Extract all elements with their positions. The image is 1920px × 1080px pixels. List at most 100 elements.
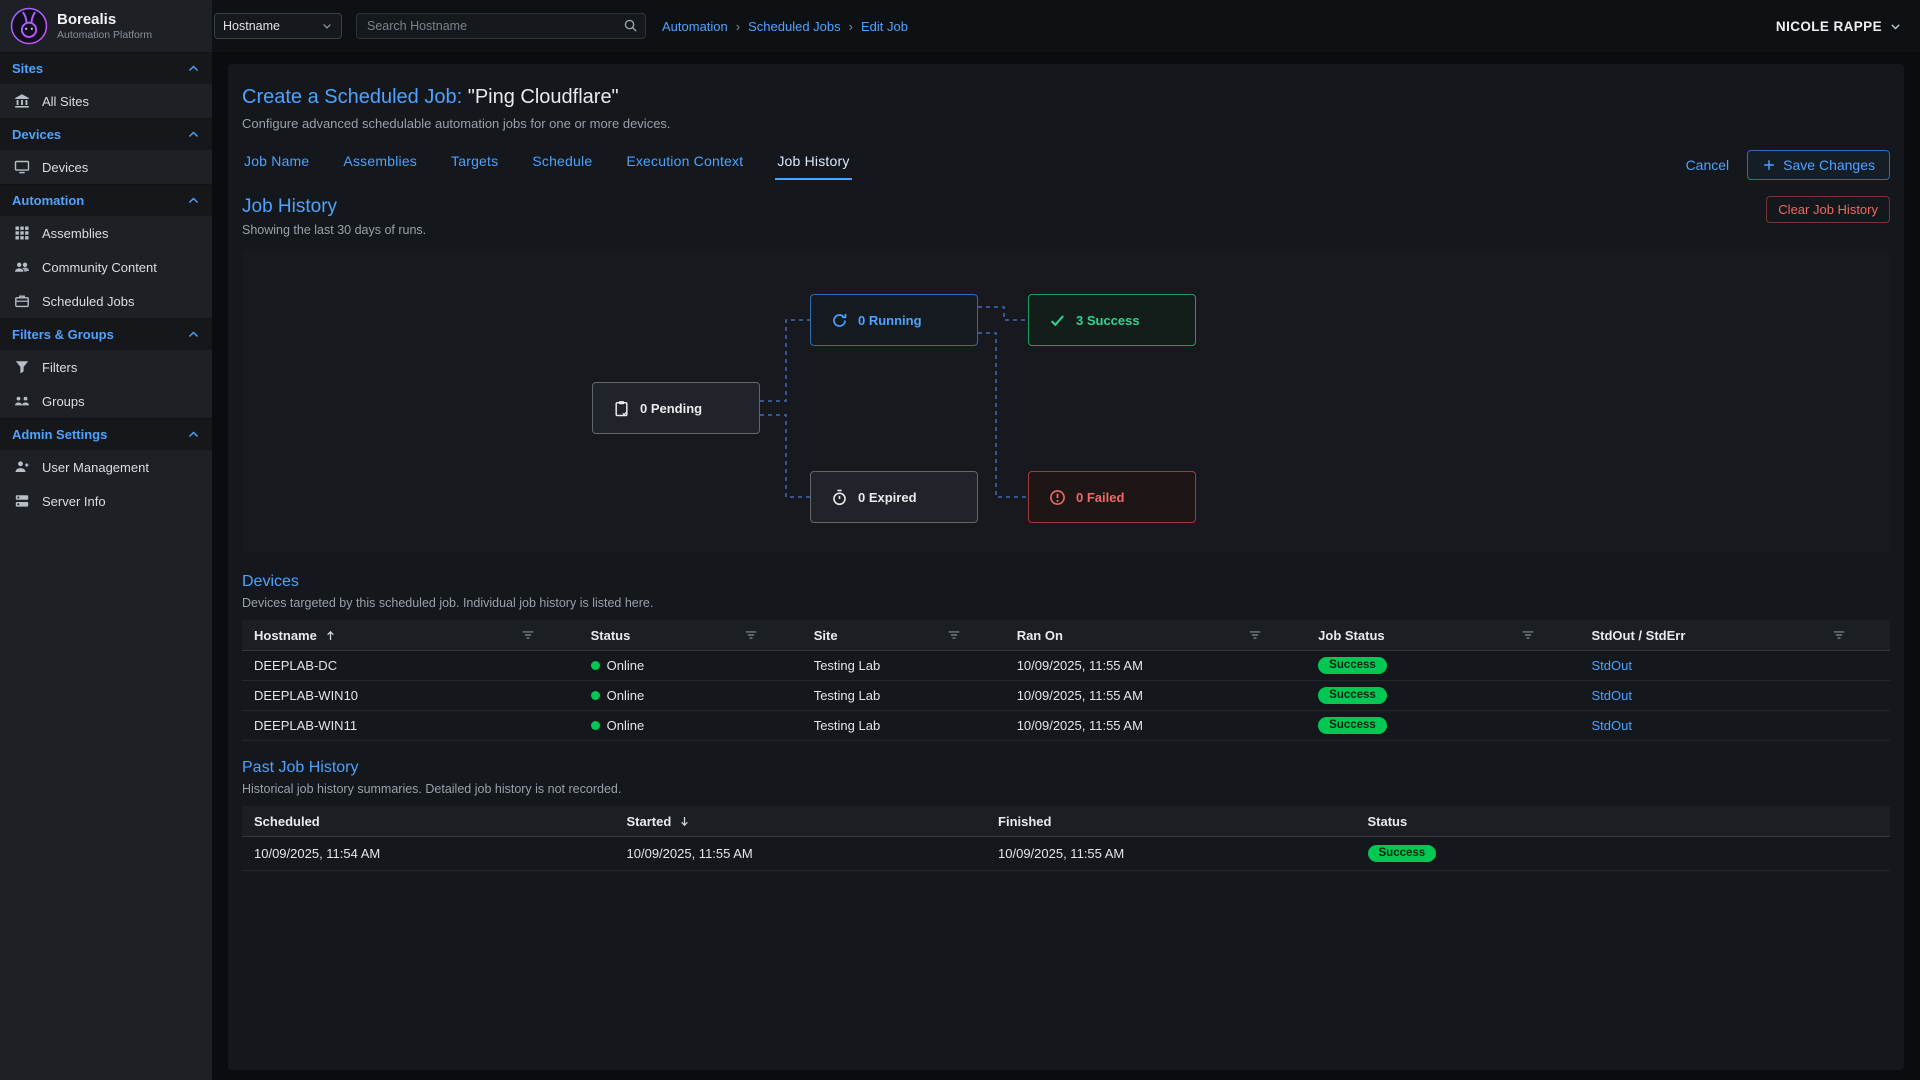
- flow-node-expired-label: 0 Expired: [858, 490, 917, 505]
- column-header-ran-on[interactable]: Ran On: [1005, 628, 1306, 643]
- column-label: StdOut / StdErr: [1591, 628, 1685, 643]
- column-header-status[interactable]: Status: [579, 628, 802, 643]
- column-label: Job Status: [1318, 628, 1384, 643]
- flow-node-pending-label: 0 Pending: [640, 401, 702, 416]
- column-label: Status: [1368, 814, 1408, 829]
- breadcrumb-edit-job[interactable]: Edit Job: [861, 19, 908, 34]
- sidebar-section-devices[interactable]: Devices: [0, 118, 212, 150]
- online-status-dot: [591, 661, 600, 670]
- column-header-hostname[interactable]: Hostname: [242, 628, 579, 643]
- clear-job-history-button[interactable]: Clear Job History: [1766, 196, 1890, 223]
- sidebar-section-label: Filters & Groups: [12, 327, 114, 342]
- column-header-stdout-stderr[interactable]: StdOut / StdErr: [1579, 628, 1890, 643]
- sidebar-section-filters-groups[interactable]: Filters & Groups: [0, 318, 212, 350]
- sidebar-item-filters[interactable]: Filters: [0, 350, 212, 384]
- tab-assemblies[interactable]: Assemblies: [341, 149, 419, 180]
- flow-node-success[interactable]: 3 Success: [1028, 294, 1196, 346]
- started-cell: 10/09/2025, 11:55 AM: [615, 846, 987, 861]
- stdout-link[interactable]: StdOut: [1591, 688, 1631, 703]
- column-filter-icon[interactable]: [947, 628, 961, 642]
- device-row[interactable]: DEEPLAB-WIN10 Online Testing Lab 10/09/2…: [242, 681, 1890, 711]
- brand-name: Borealis: [57, 11, 152, 28]
- app-root: Borealis Automation Platform Hostname Au…: [0, 0, 1920, 1080]
- column-filter-icon[interactable]: [744, 628, 758, 642]
- top-bar: Borealis Automation Platform Hostname Au…: [0, 0, 1920, 52]
- column-header-scheduled[interactable]: Scheduled: [242, 814, 615, 829]
- column-header-started[interactable]: Started: [615, 814, 987, 829]
- flow-node-pending[interactable]: 0 Pending: [592, 382, 760, 434]
- column-filter-icon[interactable]: [521, 628, 535, 642]
- sidebar-section-label: Sites: [12, 61, 43, 76]
- success-badge: Success: [1318, 657, 1387, 675]
- plus-icon: [1762, 158, 1776, 172]
- sidebar-item-label: Assemblies: [42, 226, 108, 241]
- sidebar: Sites All Sites Devices Devices Automati…: [0, 52, 212, 1080]
- flow-node-failed[interactable]: 0 Failed: [1028, 471, 1196, 523]
- column-filter-icon[interactable]: [1832, 628, 1846, 642]
- device-row[interactable]: DEEPLAB-WIN11 Online Testing Lab 10/09/2…: [242, 711, 1890, 741]
- status-text: Online: [607, 688, 645, 703]
- breadcrumb-scheduled-jobs[interactable]: Scheduled Jobs: [748, 19, 841, 34]
- user-management-icon: [14, 459, 30, 475]
- sync-icon: [831, 312, 848, 329]
- save-changes-label: Save Changes: [1783, 157, 1875, 173]
- briefcase-icon: [14, 293, 30, 309]
- sidebar-section-automation[interactable]: Automation: [0, 184, 212, 216]
- column-filter-icon[interactable]: [1248, 628, 1262, 642]
- scheduled-cell: 10/09/2025, 11:54 AM: [242, 846, 615, 861]
- community-icon: [14, 259, 30, 275]
- sidebar-section-sites[interactable]: Sites: [0, 52, 212, 84]
- sidebar-item-server-info[interactable]: Server Info: [0, 484, 212, 518]
- status-text: Online: [607, 718, 645, 733]
- sidebar-item-groups[interactable]: Groups: [0, 384, 212, 418]
- stdout-link[interactable]: StdOut: [1591, 718, 1631, 733]
- tab-execution-context[interactable]: Execution Context: [624, 149, 745, 180]
- search-input[interactable]: [356, 13, 646, 39]
- column-header-job-status[interactable]: Job Status: [1306, 628, 1579, 643]
- tab-targets[interactable]: Targets: [449, 149, 500, 180]
- flow-node-success-label: 3 Success: [1076, 313, 1140, 328]
- flow-node-expired[interactable]: 0 Expired: [810, 471, 978, 523]
- past-job-history-description: Historical job history summaries. Detail…: [242, 782, 1890, 796]
- success-badge: Success: [1318, 717, 1387, 735]
- tabs: Job Name Assemblies Targets Schedule Exe…: [242, 149, 852, 180]
- sidebar-item-user-management[interactable]: User Management: [0, 450, 212, 484]
- status-cell: Online: [579, 718, 802, 733]
- search-icon[interactable]: [623, 18, 638, 33]
- flow-node-running[interactable]: 0 Running: [810, 294, 978, 346]
- sidebar-item-assemblies[interactable]: Assemblies: [0, 216, 212, 250]
- filter-funnel-icon: [14, 359, 30, 375]
- sidebar-section-admin-settings[interactable]: Admin Settings: [0, 418, 212, 450]
- user-menu[interactable]: NICOLE RAPPE: [1776, 19, 1902, 34]
- sidebar-item-scheduled-jobs[interactable]: Scheduled Jobs: [0, 284, 212, 318]
- sidebar-item-label: Community Content: [42, 260, 157, 275]
- sort-asc-icon: [324, 629, 337, 642]
- sidebar-item-community-content[interactable]: Community Content: [0, 250, 212, 284]
- sidebar-section-label: Admin Settings: [12, 427, 107, 442]
- sidebar-item-all-sites[interactable]: All Sites: [0, 84, 212, 118]
- chevron-up-icon: [187, 428, 200, 441]
- tab-job-name[interactable]: Job Name: [242, 149, 311, 180]
- column-label: Started: [627, 814, 672, 829]
- cancel-button[interactable]: Cancel: [1686, 157, 1730, 173]
- column-header-site[interactable]: Site: [802, 628, 1005, 643]
- breadcrumb-automation[interactable]: Automation: [662, 19, 728, 34]
- site-cell: Testing Lab: [802, 688, 1005, 703]
- brand-text: Borealis Automation Platform: [57, 11, 152, 40]
- devices-table: Hostname Status Site Ran On: [242, 620, 1890, 741]
- ran-on-cell: 10/09/2025, 11:55 AM: [1005, 718, 1306, 733]
- tab-schedule[interactable]: Schedule: [530, 149, 594, 180]
- sidebar-item-devices[interactable]: Devices: [0, 150, 212, 184]
- chevron-up-icon: [187, 194, 200, 207]
- hostname-select[interactable]: Hostname: [214, 13, 342, 39]
- ran-on-cell: 10/09/2025, 11:55 AM: [1005, 688, 1306, 703]
- device-row[interactable]: DEEPLAB-DC Online Testing Lab 10/09/2025…: [242, 651, 1890, 681]
- past-history-row[interactable]: 10/09/2025, 11:54 AM 10/09/2025, 11:55 A…: [242, 837, 1890, 871]
- save-changes-button[interactable]: Save Changes: [1747, 150, 1890, 180]
- column-label: Scheduled: [254, 814, 320, 829]
- column-header-finished[interactable]: Finished: [986, 814, 1355, 829]
- column-filter-icon[interactable]: [1521, 628, 1535, 642]
- stdout-link[interactable]: StdOut: [1591, 658, 1631, 673]
- tab-job-history[interactable]: Job History: [775, 149, 851, 180]
- column-header-status[interactable]: Status: [1356, 814, 1890, 829]
